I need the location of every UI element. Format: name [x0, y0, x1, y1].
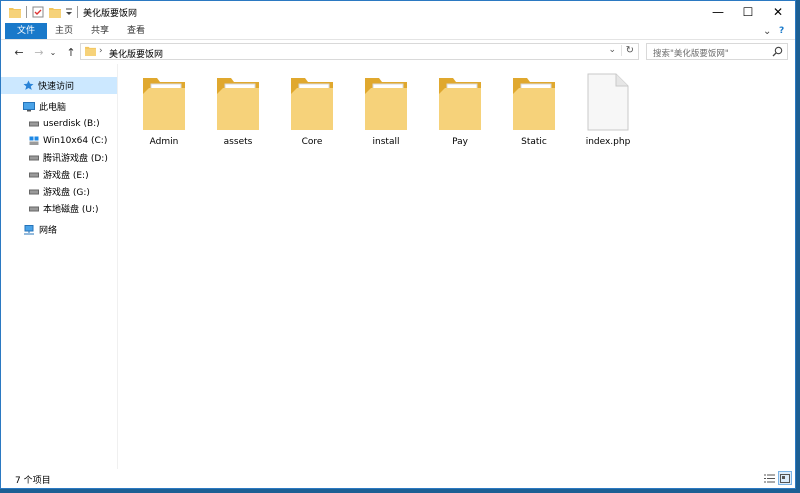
tab-home[interactable]: 主页: [51, 23, 77, 39]
item-count: 7 个项目: [15, 476, 51, 486]
explorer-window: 美化版要饭网 — ☐ ✕ 文件 主页 共享 查看 ⌄ ? ← → ⌄ ↑ › 美…: [0, 0, 796, 489]
breadcrumb-current[interactable]: 美化版要饭网: [109, 47, 163, 60]
minimize-button[interactable]: —: [703, 1, 733, 23]
nav-item-drive-b[interactable]: userdisk (B:): [1, 115, 117, 132]
forward-button[interactable]: →: [31, 44, 47, 60]
nav-item-label: 游戏盘 (E:): [43, 171, 89, 181]
item-label: index.php: [585, 137, 631, 147]
nav-item-network[interactable]: 网络: [1, 221, 117, 238]
window-title: 美化版要饭网: [83, 9, 138, 19]
search-icon: [772, 46, 783, 60]
folder-icon: [85, 46, 96, 59]
customize-toolbar-icon[interactable]: [65, 5, 73, 19]
folder-icon: [365, 78, 407, 130]
nav-item-label: userdisk (B:): [43, 118, 100, 129]
search-input[interactable]: 搜索"美化版要饭网": [646, 43, 788, 60]
help-button[interactable]: ?: [779, 25, 784, 37]
folder-item-admin[interactable]: Admin: [130, 72, 198, 147]
new-folder-icon[interactable]: [49, 5, 61, 19]
item-label: Static: [521, 137, 547, 147]
nav-item-label: 网络: [39, 226, 58, 236]
properties-icon[interactable]: [32, 5, 44, 19]
title-bar: 美化版要饭网 — ☐ ✕: [1, 1, 795, 23]
folder-item-core[interactable]: Core: [278, 72, 346, 147]
details-view-button[interactable]: [762, 471, 776, 485]
nav-item-this-pc[interactable]: 此电脑: [1, 98, 117, 115]
item-label: assets: [223, 137, 253, 147]
address-dropdown-button[interactable]: ⌄: [608, 45, 616, 55]
file-icon: [587, 73, 629, 131]
nav-item-drive-d[interactable]: 腾讯游戏盘 (D:): [1, 149, 117, 166]
refresh-button[interactable]: ↻: [620, 45, 634, 56]
address-bar[interactable]: › 美化版要饭网 ⌄ ↻: [80, 43, 639, 60]
nav-item-label: 此电脑: [39, 103, 67, 113]
folder-item-pay[interactable]: Pay: [426, 72, 494, 147]
nav-item-label: Win10x64 (C:): [43, 135, 108, 146]
nav-item-label: 游戏盘 (G:): [43, 188, 90, 198]
nav-item-drive-g[interactable]: 游戏盘 (G:): [1, 183, 117, 200]
nav-item-label: 本地磁盘 (U:): [43, 205, 99, 215]
folder-item-assets[interactable]: assets: [204, 72, 272, 147]
ribbon-collapse-button[interactable]: ⌄: [763, 25, 771, 37]
folder-icon: [291, 78, 333, 130]
tab-file[interactable]: 文件: [5, 23, 47, 39]
nav-item-label: 腾讯游戏盘 (D:): [43, 154, 108, 164]
details-view-icon: [763, 474, 775, 482]
item-label: install: [372, 137, 400, 147]
up-button[interactable]: ↑: [63, 44, 79, 60]
folder-icon: [143, 78, 185, 130]
folder-icon: [9, 5, 21, 19]
computer-icon: [23, 101, 35, 111]
drive-icon: [29, 121, 39, 126]
ribbon-tabs: 文件 主页 共享 查看 ⌄ ?: [1, 23, 795, 40]
large-icons-view-icon: [780, 473, 790, 483]
folder-icon: [439, 78, 481, 130]
nav-item-drive-u[interactable]: 本地磁盘 (U:): [1, 200, 117, 217]
item-label: Admin: [149, 137, 179, 147]
nav-item-label: 快速访问: [38, 82, 75, 92]
search-placeholder: 搜索"美化版要饭网": [653, 49, 729, 59]
folder-icon: [513, 78, 555, 130]
drive-icon: [29, 189, 39, 194]
star-icon: [23, 80, 34, 90]
file-item-index-php[interactable]: index.php: [574, 72, 642, 147]
folder-item-install[interactable]: install: [352, 72, 420, 147]
recent-locations-button[interactable]: ⌄: [47, 44, 59, 60]
drive-icon: [29, 155, 39, 160]
back-button[interactable]: ←: [11, 44, 27, 60]
close-button[interactable]: ✕: [763, 1, 793, 23]
network-icon: [24, 224, 34, 234]
tab-view[interactable]: 查看: [123, 23, 149, 39]
tab-share[interactable]: 共享: [87, 23, 113, 39]
nav-item-quick-access[interactable]: 快速访问: [1, 77, 117, 94]
breadcrumb-chevron-icon[interactable]: ›: [99, 46, 103, 56]
help-icon: ?: [779, 26, 785, 36]
nav-item-drive-c[interactable]: Win10x64 (C:): [1, 132, 117, 149]
address-row: ← → ⌄ ↑ › 美化版要饭网 ⌄ ↻ 搜索"美化版要饭网": [1, 40, 795, 64]
windows-drive-icon: [29, 136, 39, 145]
file-list: Admin assets Core install Pay Static ind…: [118, 64, 795, 469]
item-label: Core: [301, 137, 323, 147]
drive-icon: [29, 206, 39, 211]
navigation-pane: 快速访问 此电脑 userdisk (B:) Win10x64 (C:) 腾讯游…: [1, 64, 118, 469]
chevron-down-icon: ⌄: [763, 25, 772, 37]
folder-icon: [217, 78, 259, 130]
large-icons-view-button[interactable]: [778, 471, 792, 485]
item-label: Pay: [452, 137, 468, 147]
status-bar: 7 个项目: [1, 468, 795, 488]
drive-icon: [29, 172, 39, 177]
maximize-button[interactable]: ☐: [733, 1, 763, 23]
title-separator: [77, 6, 78, 18]
folder-item-static[interactable]: Static: [500, 72, 568, 147]
nav-item-drive-e[interactable]: 游戏盘 (E:): [1, 166, 117, 183]
title-separator: [26, 6, 27, 18]
